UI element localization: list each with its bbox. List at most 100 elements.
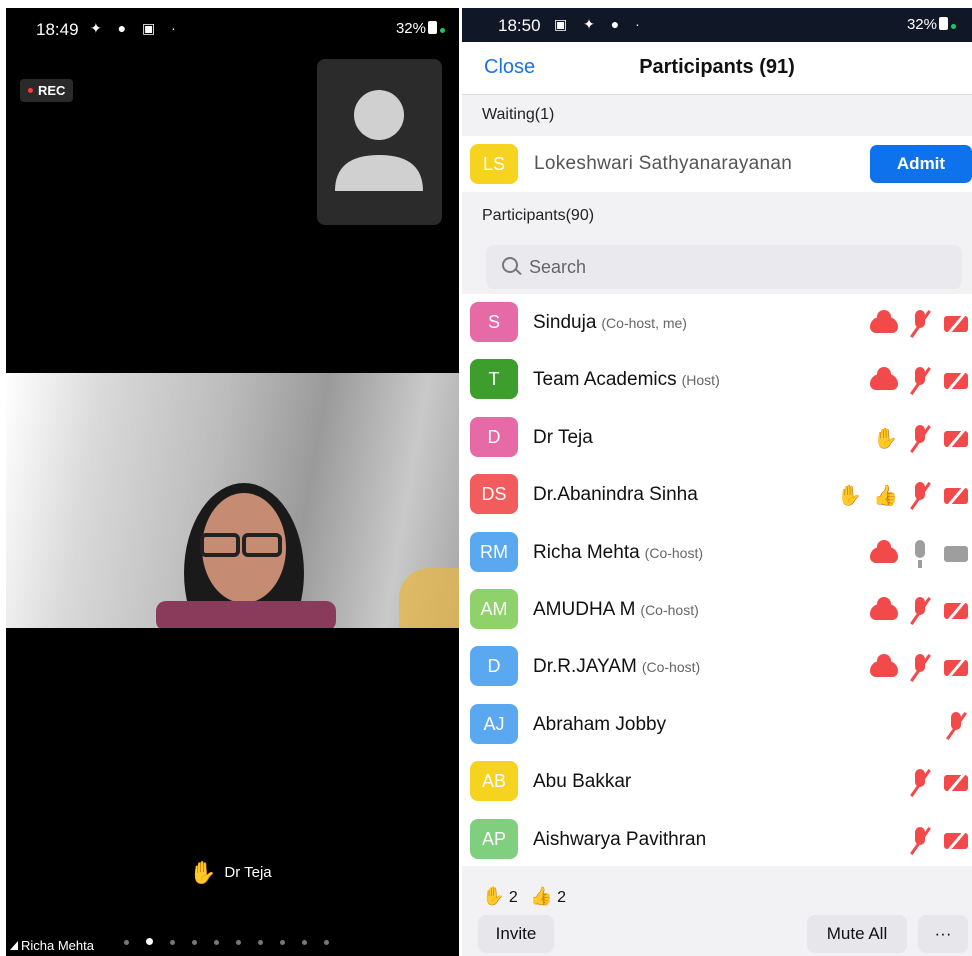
status-bar: 18:49 ✦ ● ▣ · 32%	[6, 8, 459, 46]
participant-row[interactable]: D Dr.R.JAYAM (Co-host)	[462, 638, 972, 695]
camera-off-icon[interactable]	[942, 429, 970, 449]
thumbs-up-icon: 👍	[873, 485, 898, 508]
camera-off-icon[interactable]	[942, 831, 970, 851]
mic-muted-icon[interactable]	[906, 482, 934, 510]
page-indicator[interactable]	[124, 932, 346, 950]
participant-row[interactable]: S Sinduja (Co-host, me)	[462, 294, 972, 351]
avatar: T	[470, 359, 518, 400]
page-dot-active[interactable]	[146, 938, 153, 945]
camera-off-icon[interactable]	[942, 658, 970, 678]
mic-muted-icon[interactable]	[906, 826, 934, 855]
cloud-record-icon	[870, 367, 898, 391]
participant-role: (Co-host)	[641, 659, 701, 676]
search-placeholder: Search	[529, 257, 587, 277]
participant-name: Abraham Jobby	[533, 714, 666, 736]
mic-muted-icon[interactable]	[906, 769, 934, 797]
battery-percent: 32%	[395, 20, 426, 37]
speaker-name: Richa Mehta	[21, 938, 94, 953]
participant-name: Dr.R.JAYAM (Co-host)	[533, 656, 700, 678]
camera-icon[interactable]	[942, 544, 970, 564]
page-dot[interactable]	[280, 940, 285, 945]
self-video-tile[interactable]	[317, 59, 442, 225]
signal-icon	[10, 941, 18, 950]
participant-name: Richa Mehta (Co-host)	[533, 542, 703, 564]
hand-icon: ✋	[837, 485, 862, 508]
participant-role: (Co-host)	[640, 602, 699, 618]
battery-icon	[939, 17, 948, 30]
page-dot[interactable]	[192, 940, 197, 945]
page-dot[interactable]	[258, 940, 263, 945]
footer: ✋ 2 👍 2 Invite Mute All ···	[462, 866, 972, 956]
participant-row[interactable]: T Team Academics (Host)	[462, 351, 972, 408]
participants-list[interactable]: S Sinduja (Co-host, me) T Team Academics (Hos…	[462, 294, 972, 866]
cloud-record-icon	[870, 654, 898, 678]
participant-role: (Host)	[681, 372, 720, 389]
participant-name-text: Dr.R.JAYAM	[533, 656, 637, 678]
participant-name: Abu Bakkar	[533, 771, 631, 793]
battery-percent: 32%	[906, 16, 937, 33]
mic-muted-icon[interactable]	[906, 424, 934, 453]
camera-off-icon[interactable]	[942, 486, 970, 506]
participant-row[interactable]: DS Dr.Abanindra Sinha ✋ 👍	[462, 466, 972, 523]
status-battery: 32%	[907, 16, 956, 33]
participant-name: AMUDHA M (Co-host)	[533, 599, 699, 621]
mic-muted-icon[interactable]	[906, 367, 934, 395]
mic-muted-icon[interactable]	[942, 711, 970, 740]
participants-panel: 18:50 ▣ ✦ ● · 32% Close Participants (91…	[462, 8, 972, 956]
more-button[interactable]: ···	[918, 915, 968, 953]
page-dot[interactable]	[324, 940, 329, 945]
page-dot[interactable]	[170, 940, 175, 945]
waiting-name: Lokeshwari Sathyanarayanan	[534, 153, 793, 174]
mic-muted-icon[interactable]	[906, 310, 934, 338]
participant-row[interactable]: RM Richa Mehta (Co-host)	[462, 524, 972, 581]
participant-name-text: Dr Teja	[533, 426, 593, 448]
status-notification-icons: ✦ ● ▣ ·	[90, 20, 182, 36]
page-dot[interactable]	[214, 940, 219, 945]
participant-name: Dr Teja	[533, 427, 593, 449]
status-bar: 18:50 ▣ ✦ ● · 32%	[462, 8, 972, 42]
participant-row[interactable]: AB Abu Bakkar	[462, 753, 972, 810]
avatar: D	[470, 416, 518, 457]
avatar-placeholder-icon	[335, 90, 423, 191]
camera-off-icon[interactable]	[942, 601, 970, 621]
raised-hand-name: Dr Teja	[224, 864, 272, 881]
rec-badge[interactable]: REC	[20, 79, 74, 102]
participant-name: Dr.Abanindra Sinha	[533, 484, 698, 506]
page-dot[interactable]	[124, 940, 129, 945]
page-dot[interactable]	[302, 940, 307, 945]
participant-row[interactable]: D Dr Teja ✋	[462, 409, 972, 466]
hand-count: 2	[508, 889, 518, 906]
navigation-bar: Close Participants (91)	[462, 42, 972, 95]
hand-icon: ✋	[482, 886, 505, 906]
avatar: DS	[470, 474, 518, 515]
participant-name-text: Team Academics	[533, 369, 677, 391]
mic-muted-icon[interactable]	[906, 597, 934, 625]
participant-role: (Co-host, me)	[601, 315, 687, 331]
speaker-figure	[156, 483, 336, 628]
search-input[interactable]: Search	[486, 245, 962, 289]
active-speaker-video[interactable]	[6, 373, 459, 628]
thumbs-up-icon: 👍	[530, 886, 553, 906]
participant-name: Aishwarya Pavithran	[533, 829, 706, 851]
camera-off-icon[interactable]	[942, 314, 970, 334]
participant-name-text: Abraham Jobby	[533, 713, 667, 735]
mute-all-button[interactable]: Mute All	[807, 915, 907, 953]
invite-button[interactable]: Invite	[478, 915, 554, 953]
avatar: AB	[470, 761, 518, 802]
participant-row[interactable]: AP Aishwarya Pavithran	[462, 811, 972, 868]
mic-icon[interactable]	[906, 539, 934, 568]
hand-icon: ✋	[873, 427, 898, 450]
mic-muted-icon[interactable]	[906, 654, 934, 682]
page-title: Participants (91)	[639, 56, 795, 78]
participant-row[interactable]: AJ Abraham Jobby	[462, 696, 972, 753]
camera-off-icon[interactable]	[942, 371, 970, 391]
page-dot[interactable]	[236, 940, 241, 945]
avatar: AM	[470, 589, 518, 629]
camera-off-icon[interactable]	[942, 773, 970, 793]
avatar: S	[470, 302, 518, 342]
participant-row[interactable]: AM AMUDHA M (Co-host)	[462, 581, 972, 638]
status-battery: 32%	[396, 20, 445, 37]
participant-name-text: Dr.Abanindra Sinha	[533, 484, 698, 506]
waiting-row[interactable]: LS Lokeshwari Sathyanarayanan Admit	[462, 136, 972, 192]
admit-button[interactable]: Admit	[870, 145, 972, 183]
